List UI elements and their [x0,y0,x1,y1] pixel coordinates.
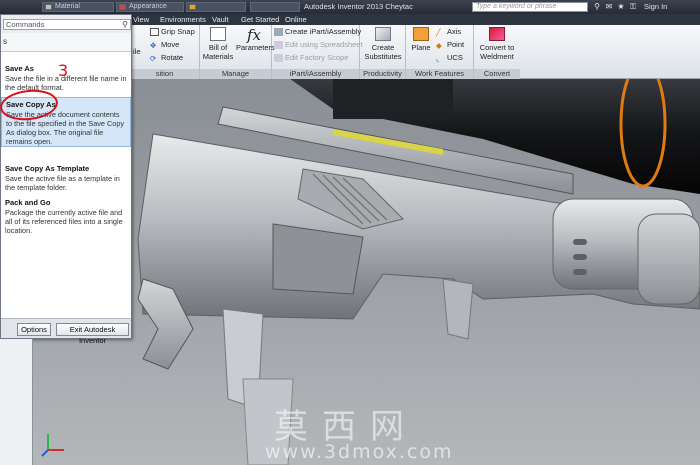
point-button[interactable]: ◆ Point [436,40,464,50]
productivity-group-label: Productivity [360,69,405,79]
ribbon-panel: ile Grip Snap ✥ Move ⟳ Rotate sition Bill … [130,25,700,79]
material-swatch-icon [45,4,52,10]
rotate-icon: ⟳ [150,54,157,64]
bom-icon [210,27,226,41]
move-button[interactable]: ✥ Move [150,40,179,50]
ipart-group: Create iPart/iAssembly Edit using Spread… [272,25,363,79]
productivity-group: Create Substitutes Productivity [360,25,406,79]
appearance-swatch-icon [119,4,126,10]
ribbon-tabs: View Environments Vault Get Started Onli… [130,14,700,25]
edit-spreadsheet-button[interactable]: Edit using Spreadsheet [274,40,363,50]
parameters-button[interactable]: fx Parameters [236,26,275,52]
grip-snap-icon [150,28,159,37]
commands-search-input[interactable]: Commands ⚲ [3,19,131,30]
factory-icon [274,54,283,63]
spreadsheet-icon [274,41,283,50]
fx-icon: fx [246,26,261,44]
watermark-url: www.3dmox.com [265,441,454,463]
fx-dropdown[interactable] [186,2,246,12]
create-ipart-button[interactable]: Create iPart/iAssembly [274,27,361,37]
weldment-icon [489,27,505,41]
convert-group: Convert to Weldment Convert [474,25,520,79]
position-group: ile Grip Snap ✥ Move ⟳ Rotate sition [130,25,200,79]
exit-inventor-button[interactable]: Exit Autodesk Inventor [56,323,129,345]
position-group-label: sition [130,69,199,79]
axis-button[interactable]: ╱ Axis [436,27,461,37]
tab-get-started[interactable]: Get Started [241,15,279,24]
edit-factory-scope-button[interactable]: Edit Factory Scope [274,53,348,63]
appearance-label: Appearance [129,3,167,10]
tab-view[interactable]: View [133,15,149,24]
grip-snap-button[interactable]: Grip Snap [150,27,195,37]
key-icon[interactable]: ⚿ [628,2,638,12]
move-icon: ✥ [150,41,157,51]
bill-of-materials-button[interactable]: Bill of Materials [201,27,235,61]
ucs-icon: ⌞ [436,54,440,64]
view-axis-indicator-icon [41,434,64,457]
plane-icon [413,27,429,41]
ucs-button[interactable]: ⌞ UCS [436,53,463,63]
point-icon: ◆ [436,41,442,51]
material-dropdown[interactable]: Material [42,2,114,12]
manage-group: Bill of Materials fx Parameters Manage [200,25,275,79]
manage-group-label: Manage [200,69,271,79]
options-button[interactable]: Options [17,323,51,336]
tab-environments[interactable]: Environments [160,15,206,24]
subscription-icon[interactable]: ✉ [604,2,614,12]
step-annotation: 3 [58,61,69,80]
create-substitutes-button[interactable]: Create Substitutes [362,27,404,61]
ipart-icon [274,28,283,37]
appearance-dropdown[interactable]: Appearance [116,2,184,12]
convert-group-label: Convert [474,69,520,79]
title-bar: Material Appearance Autodesk Inventor 20… [0,0,700,14]
plane-button[interactable]: Plane [408,27,434,52]
material-label: Material [55,3,80,10]
search-icon: ⚲ [122,20,128,29]
binoculars-icon[interactable]: ⚲ [592,2,602,12]
menu-item-save-copy-as-template[interactable]: Save Copy As Template Save the active fi… [1,164,131,192]
fx-swatch-icon [189,4,196,10]
substitutes-icon [375,27,391,41]
work-features-group-label: Work Features [406,69,473,79]
blurred-title-box [250,2,300,12]
axis-icon: ╱ [436,28,441,38]
window-title: Autodesk Inventor 2013 Cheytac [304,2,413,11]
rotate-button[interactable]: ⟳ Rotate [150,53,183,63]
tab-online[interactable]: Online [285,15,307,24]
menu-section-header: s [1,33,131,51]
model-browser-panel[interactable] [0,339,33,465]
menu-item-pack-and-go[interactable]: Pack and Go Package the currently active… [1,198,131,235]
convert-to-weldment-button[interactable]: Convert to Weldment [475,27,519,61]
sign-in-button[interactable]: Sign In [644,2,667,11]
menu-footer: Options Exit Autodesk Inventor [1,318,131,345]
help-search-input[interactable]: Type a keyword or phrase [472,2,588,12]
work-features-group: Plane ╱ Axis ◆ Point ⌞ UCS Work Features [406,25,474,79]
tab-vault[interactable]: Vault [212,15,229,24]
ipart-group-label: iPart/iAssembly [272,69,359,79]
star-icon[interactable]: ★ [616,2,626,12]
